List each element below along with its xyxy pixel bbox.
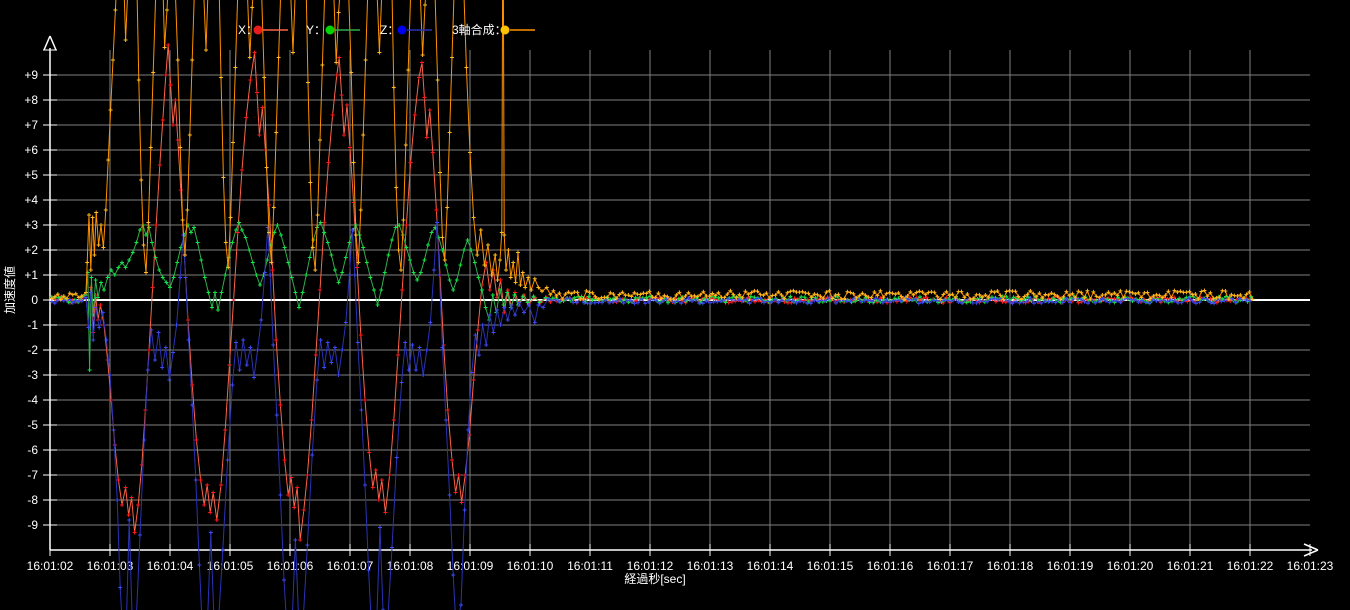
svg-text:+1: +1 (24, 268, 38, 282)
svg-text:-9: -9 (27, 518, 38, 532)
svg-text:+8: +8 (24, 93, 38, 107)
svg-text:16:01:10: 16:01:10 (507, 559, 554, 573)
y-axis-arrow-icon (44, 36, 56, 50)
svg-text:16:01:15: 16:01:15 (807, 559, 854, 573)
acceleration-chart: +9 +8 +7 +6 +5 +4 +3 +2 +1 0 -1 -2 -3 -4 -5 -6 -7 -8 -9 16:… (0, 0, 1350, 610)
svg-text:16:01:20: 16:01:20 (1107, 559, 1154, 573)
svg-text:16:01:13: 16:01:13 (687, 559, 734, 573)
svg-text:16:01:11: 16:01:11 (567, 559, 613, 573)
legend-item-y: Y： (306, 23, 360, 37)
x-axis-title: 経過秒[sec] (624, 572, 685, 586)
svg-text:-5: -5 (27, 418, 38, 432)
svg-text:16:01:03: 16:01:03 (87, 559, 134, 573)
svg-text:16:01:16: 16:01:16 (867, 559, 914, 573)
svg-text:-7: -7 (27, 468, 38, 482)
svg-text:16:01:22: 16:01:22 (1227, 559, 1274, 573)
legend: X：Y：Z：3軸合成： (238, 22, 535, 37)
svg-text:-6: -6 (27, 443, 38, 457)
legend-dot-icon (254, 26, 263, 35)
svg-text:-8: -8 (27, 493, 38, 507)
svg-text:+6: +6 (24, 143, 38, 157)
svg-text:16:01:23: 16:01:23 (1287, 559, 1334, 573)
svg-text:-4: -4 (27, 393, 38, 407)
svg-text:16:01:17: 16:01:17 (927, 559, 974, 573)
svg-text:16:01:05: 16:01:05 (207, 559, 254, 573)
svg-text:加速度値: 加速度値 (2, 266, 17, 314)
svg-text:16:01:19: 16:01:19 (1047, 559, 1094, 573)
svg-text:16:01:21: 16:01:21 (1167, 559, 1214, 573)
y-axis-title: 加速度値 (2, 266, 17, 314)
x-tick-labels: 16:01:0216:01:0316:01:0416:01:0516:01:06… (27, 559, 1334, 573)
svg-text:16:01:12: 16:01:12 (627, 559, 674, 573)
chart-svg: +9 +8 +7 +6 +5 +4 +3 +2 +1 0 -1 -2 -3 -4 -5 -6 -7 -8 -9 16:… (0, 0, 1350, 610)
legend-dot-icon (326, 26, 335, 35)
svg-text:+7: +7 (24, 118, 38, 132)
svg-text:+3: +3 (24, 218, 38, 232)
svg-text:+2: +2 (24, 243, 38, 257)
svg-text:Z：: Z： (380, 23, 399, 37)
legend-dot-icon (501, 26, 510, 35)
svg-text:Y：: Y： (306, 23, 326, 37)
legend-item-composite: 3軸合成： (452, 22, 535, 37)
svg-text:+5: +5 (24, 168, 38, 182)
svg-text:-1: -1 (27, 318, 38, 332)
svg-text:-3: -3 (27, 368, 38, 382)
svg-text:16:01:08: 16:01:08 (387, 559, 434, 573)
svg-text:0: 0 (31, 293, 38, 307)
svg-text:16:01:07: 16:01:07 (327, 559, 374, 573)
svg-text:16:01:04: 16:01:04 (147, 559, 194, 573)
svg-text:+4: +4 (24, 193, 38, 207)
y-tick-labels: +9 +8 +7 +6 +5 +4 +3 +2 +1 0 -1 -2 -3 -4 -5 -6 -7 -8 -9 (24, 68, 38, 532)
svg-text:16:01:18: 16:01:18 (987, 559, 1034, 573)
svg-text:+9: +9 (24, 68, 38, 82)
svg-text:16:01:14: 16:01:14 (747, 559, 794, 573)
svg-text:経過秒[sec]: 経過秒[sec] (624, 572, 685, 586)
svg-text:3軸合成：: 3軸合成： (452, 22, 507, 37)
legend-dot-icon (398, 26, 407, 35)
svg-text:-2: -2 (27, 343, 38, 357)
svg-text:16:01:02: 16:01:02 (27, 559, 74, 573)
svg-text:16:01:09: 16:01:09 (447, 559, 494, 573)
